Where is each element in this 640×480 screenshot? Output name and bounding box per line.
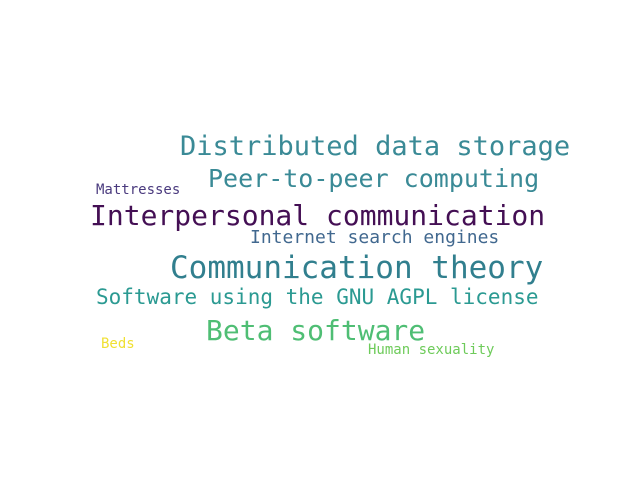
word-beta-software: Beta software [206, 314, 426, 347]
word-distributed-data-storage: Distributed data storage [180, 131, 571, 162]
word-internet-search-engines: Internet search engines [250, 227, 500, 248]
word-beds: Beds [101, 336, 135, 352]
word-peer-to-peer-computing: Peer-to-peer computing [208, 164, 540, 193]
word-cloud: Distributed data storage Peer-to-peer co… [0, 0, 640, 480]
word-mattresses: Mattresses [96, 182, 181, 198]
word-communication-theory: Communication theory [170, 250, 544, 286]
word-software-gnu-agpl: Software using the GNU AGPL license [96, 285, 539, 309]
word-interpersonal-communication: Interpersonal communication [90, 199, 546, 232]
word-human-sexuality: Human sexuality [368, 342, 495, 358]
